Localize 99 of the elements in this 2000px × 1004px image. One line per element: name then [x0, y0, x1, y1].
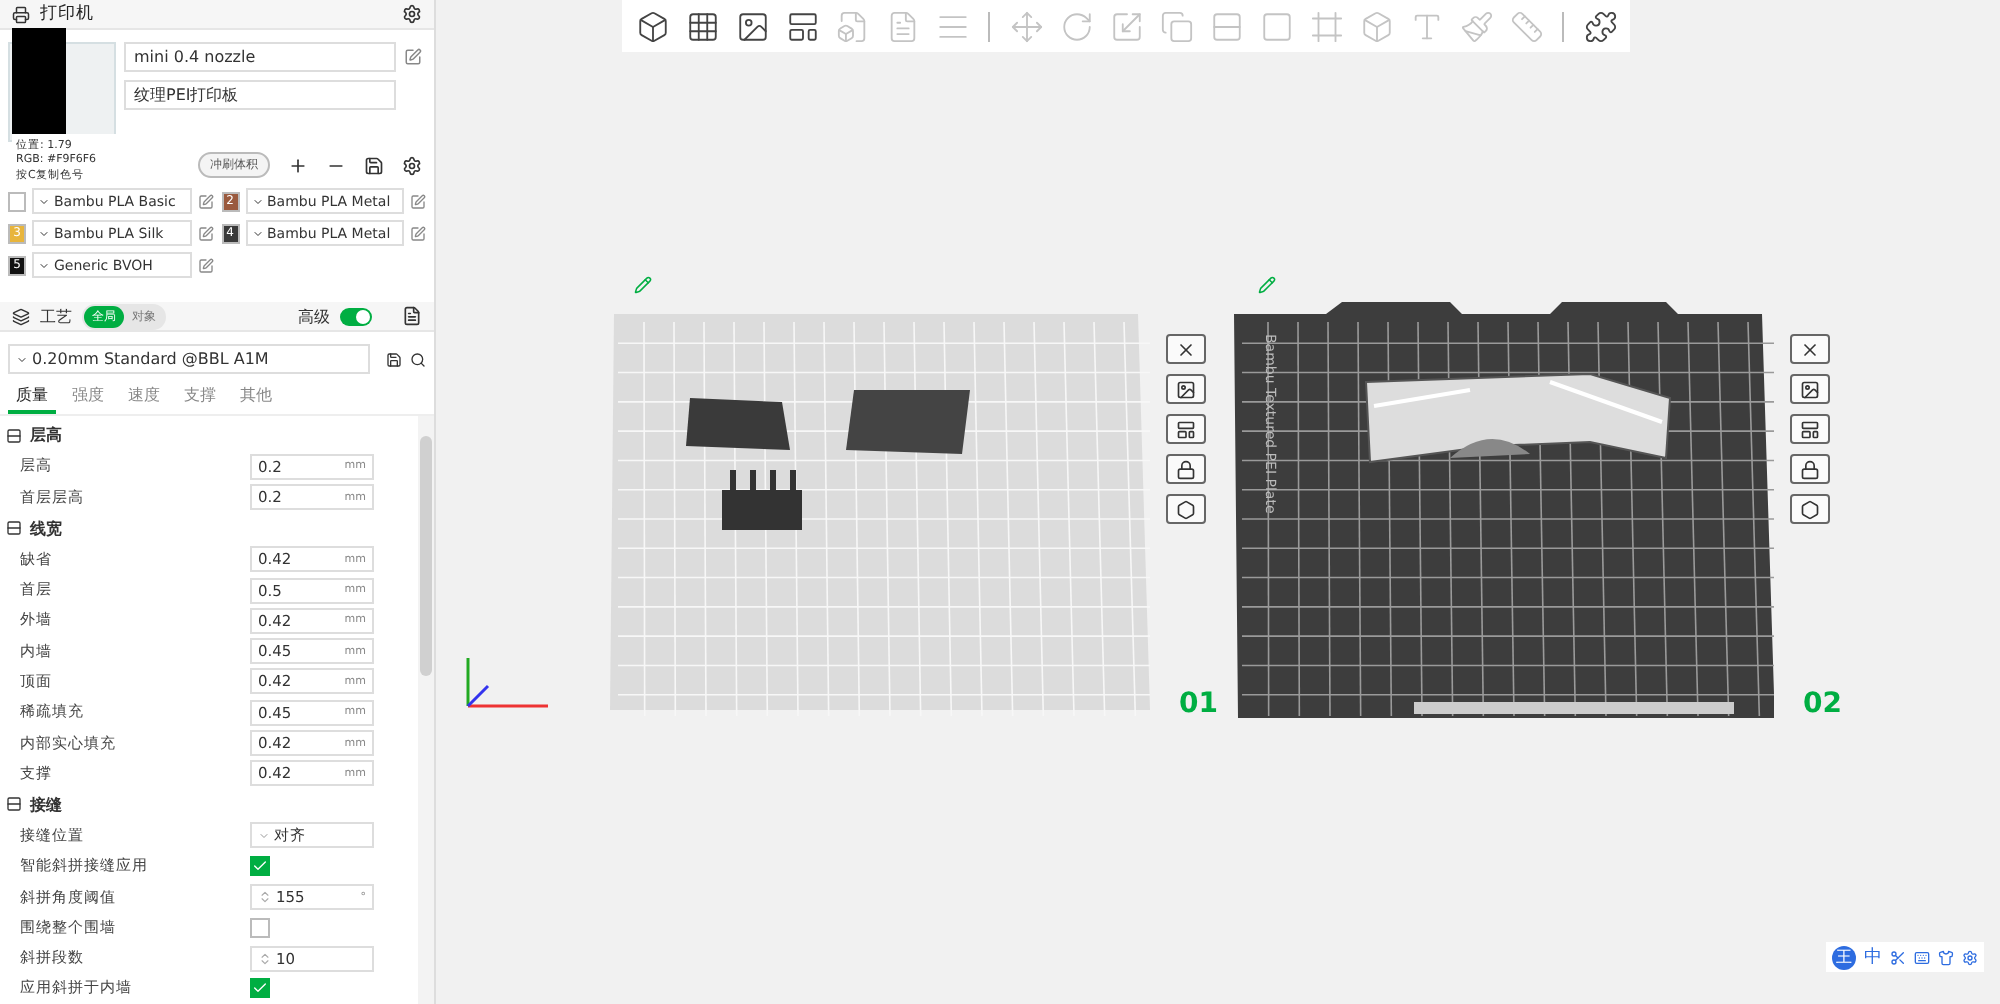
toolbar-tool-icon [1109, 9, 1143, 43]
plate-action-button[interactable] [1166, 454, 1206, 484]
group-icon [6, 796, 22, 813]
model-part [846, 390, 970, 454]
edit-icon[interactable] [1258, 276, 1276, 294]
edit-icon[interactable] [197, 257, 213, 273]
plate-action-button[interactable] [1790, 454, 1830, 484]
plate-number: 02 [1803, 688, 1842, 720]
stepper-icon[interactable] [258, 890, 272, 905]
edit-icon[interactable] [410, 225, 426, 241]
settings-tab[interactable]: 速度 [120, 380, 168, 414]
edit-icon[interactable] [197, 193, 213, 209]
edit-icon[interactable] [404, 48, 422, 66]
ime-logo: 王 [1832, 945, 1856, 969]
check-icon [252, 980, 268, 997]
toolbar-tool-icon [1059, 9, 1093, 43]
scrollbar[interactable] [418, 416, 434, 1004]
toolbar-tool-icon [1409, 9, 1443, 43]
toolbar-tool-icon [1509, 9, 1543, 43]
section-title: 工艺 [40, 305, 72, 327]
settings-icon[interactable] [402, 4, 422, 24]
plate-action-button[interactable] [1790, 334, 1830, 364]
search-icon[interactable] [410, 351, 426, 367]
setting-checkbox[interactable] [250, 978, 270, 999]
setting-checkbox[interactable] [250, 856, 270, 877]
plate-select[interactable]: 纹理PEI打印板 [124, 80, 396, 110]
chevron-icon [251, 195, 263, 207]
plate-action-icon [1800, 339, 1820, 359]
shirt-icon[interactable] [1938, 949, 1954, 965]
chevron-icon [38, 195, 50, 207]
plate-action-icon [1800, 459, 1820, 479]
plate-action-icon [1800, 379, 1820, 399]
edit-icon[interactable] [410, 193, 426, 209]
chevron-icon [251, 227, 263, 239]
check-icon [252, 858, 268, 875]
settings-tab[interactable]: 其他 [232, 380, 280, 414]
chevron-icon [258, 829, 270, 842]
edit-icon[interactable] [197, 225, 213, 241]
group-icon [6, 520, 22, 537]
setting-checkbox[interactable] [250, 917, 270, 938]
toolbar-tool-icon [885, 9, 919, 43]
toolbar-tool-icon [1009, 9, 1043, 43]
plate-action-button[interactable] [1790, 414, 1830, 444]
chevron-icon [16, 353, 28, 365]
toolbar-tool-icon [635, 9, 669, 43]
toolbar-tool-icon [785, 9, 819, 43]
toolbar-tool-icon [1259, 9, 1293, 43]
toolbar-tool-icon [1583, 9, 1617, 43]
document-icon[interactable] [402, 306, 422, 326]
plate-action-button[interactable] [1166, 414, 1206, 444]
settings-tab[interactable]: 支撑 [176, 380, 224, 414]
toolbar-tool-icon [685, 9, 719, 43]
nozzle-select[interactable]: mini 0.4 nozzle [124, 42, 396, 72]
add-icon[interactable] [288, 155, 308, 175]
plate-action-icon [1800, 499, 1820, 519]
stepper-icon[interactable] [258, 951, 272, 966]
layers-icon [12, 307, 30, 325]
preset-select[interactable]: 0.20mm Standard @BBL A1M [8, 344, 370, 374]
printer-icon [12, 5, 30, 23]
group-icon [6, 427, 22, 444]
plate-action-icon [1176, 339, 1196, 359]
plate-action-button[interactable] [1790, 494, 1830, 524]
advanced-toggle[interactable] [340, 307, 372, 325]
plate-action-icon [1800, 419, 1820, 439]
settings-tab[interactable]: 质量 [8, 380, 56, 414]
plate-action-button[interactable] [1166, 334, 1206, 364]
filament-swatch[interactable] [8, 191, 26, 211]
settings-tab[interactable]: 强度 [64, 380, 112, 414]
plate-action-icon [1176, 499, 1196, 519]
keyboard-icon[interactable] [1914, 949, 1930, 965]
advanced-label: 高级 [298, 305, 330, 327]
toolbar-tool-icon [1159, 9, 1193, 43]
toolbar-tool-icon [835, 9, 869, 43]
group-title: 线宽 [30, 517, 62, 540]
plate-number: 01 [1179, 688, 1218, 720]
plate-action-button[interactable] [1166, 494, 1206, 524]
toolbar-tool-icon [735, 9, 769, 43]
chevron-icon [38, 259, 50, 271]
plate-action-icon [1176, 419, 1196, 439]
toolbar-tool-icon [1209, 9, 1243, 43]
magnifier-preview [12, 28, 66, 134]
toolbar-tool-icon [1309, 9, 1343, 43]
plate-action-button[interactable] [1166, 374, 1206, 404]
group-title: 层高 [30, 424, 62, 447]
chevron-icon [38, 227, 50, 239]
plate-action-icon [1176, 459, 1196, 479]
model-part [686, 398, 790, 450]
edit-icon[interactable] [634, 276, 652, 294]
model-part [722, 470, 802, 530]
scissors-icon[interactable] [1890, 949, 1906, 965]
plate-action-icon [1176, 379, 1196, 399]
settings-icon[interactable] [402, 155, 422, 175]
toolbar-tool-icon [1359, 9, 1393, 43]
toolbar-tool-icon [1459, 9, 1493, 43]
plate-action-button[interactable] [1790, 374, 1830, 404]
group-title: 接缝 [30, 793, 62, 816]
save-icon[interactable] [386, 351, 402, 367]
section-title: 打印机 [40, 2, 96, 26]
ime-mode[interactable]: 中 [1864, 944, 1882, 970]
